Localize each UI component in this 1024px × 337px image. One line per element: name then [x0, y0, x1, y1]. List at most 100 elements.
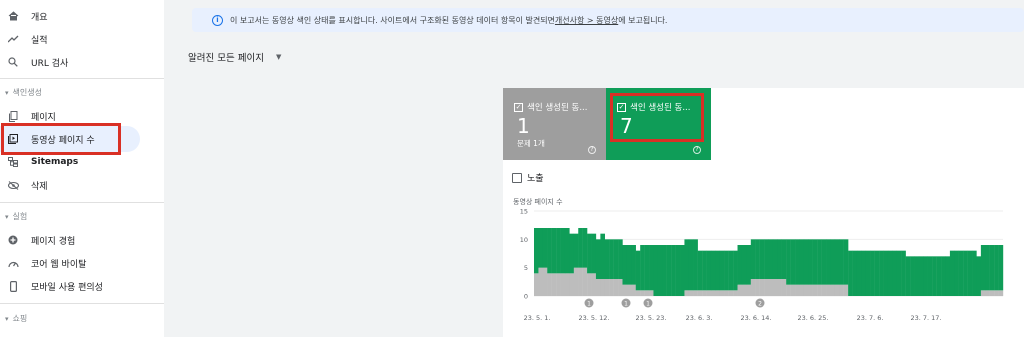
card-subtitle: 문제 1개	[517, 139, 545, 148]
sidebar-item-label: 삭제	[31, 181, 48, 192]
bar-not-indexed	[985, 290, 990, 296]
bar-not-indexed	[741, 284, 747, 296]
bar-indexed	[564, 228, 570, 274]
bar-not-indexed	[755, 279, 760, 296]
bar-not-indexed	[772, 279, 778, 296]
info-icon: i	[212, 14, 223, 26]
bar-indexed	[861, 250, 867, 296]
bar-indexed	[914, 256, 920, 296]
bar-indexed	[582, 228, 588, 268]
bar-not-indexed	[609, 279, 614, 296]
card-not-indexed[interactable]: ✓ 색인 생성된 동... 1 문제 1개 ?	[503, 88, 606, 160]
bar-indexed	[781, 239, 787, 279]
highlight-box	[610, 93, 704, 142]
bar-indexed	[852, 250, 858, 296]
sidebar-item-url-inspection[interactable]: URL 검사	[0, 49, 140, 75]
bar-indexed	[702, 250, 707, 291]
bar-indexed	[808, 239, 813, 285]
page-icon	[7, 110, 19, 122]
bar-indexed	[600, 233, 605, 279]
bar-indexed	[865, 250, 871, 296]
bar-not-indexed	[834, 284, 840, 296]
banner-text: 이 보고서는 동영상 색인 상태를 표시합니다. 사이트에서 구조화된 동영상 …	[230, 15, 555, 25]
video-pages-chart: 15 10 5 0 1 1 1 2 23. 5. 1. 23. 5. 12. 23. 5. 23. 2…	[520, 208, 1004, 322]
bar-not-indexed	[631, 284, 636, 296]
bar-not-indexed	[821, 284, 827, 296]
sidebar-section-indexing[interactable]: ▾ 색인생성	[5, 87, 42, 98]
x-tick-label: 23. 7. 6.	[857, 314, 884, 322]
sidebar-item-label: 페이지 경험	[31, 236, 76, 247]
bar-not-indexed	[684, 290, 690, 296]
bar-not-indexed	[688, 290, 694, 296]
bar-indexed	[896, 250, 902, 296]
bar-indexed	[830, 239, 836, 285]
bar-indexed	[622, 245, 628, 285]
sidebar-section-experience[interactable]: ▾ 실험	[5, 211, 27, 222]
bar-not-indexed	[728, 290, 734, 296]
y-tick-label: 5	[524, 264, 528, 272]
bar-indexed	[609, 239, 614, 279]
help-icon[interactable]: ?	[693, 146, 701, 154]
bar-not-indexed	[560, 273, 566, 296]
bar-indexed	[980, 245, 986, 291]
bar-not-indexed	[626, 284, 632, 296]
sidebar-item-label: Sitemaps	[31, 157, 79, 167]
x-tick-label: 23. 5. 1.	[524, 314, 551, 322]
bar-not-indexed	[622, 284, 628, 296]
bar-indexed	[786, 239, 791, 285]
bar-indexed	[728, 250, 734, 291]
sidebar-section-shopping[interactable]: ▾ 쇼핑	[5, 313, 27, 324]
bar-indexed	[547, 228, 552, 274]
bar-indexed	[684, 239, 690, 291]
bar-not-indexed	[640, 290, 645, 296]
checkbox-icon	[512, 172, 522, 183]
bar-indexed	[618, 239, 623, 279]
sidebar-item-label: 개요	[31, 12, 48, 23]
bar-not-indexed	[989, 290, 995, 296]
bar-indexed	[715, 250, 721, 291]
bar-not-indexed	[697, 290, 703, 296]
bar-indexed	[936, 256, 942, 296]
bar-indexed	[587, 233, 592, 274]
bar-not-indexed	[591, 273, 597, 296]
bar-indexed	[724, 250, 729, 291]
bar-not-indexed	[644, 290, 650, 296]
bar-indexed	[821, 239, 827, 285]
trend-icon	[7, 33, 19, 45]
bar-indexed	[719, 250, 725, 291]
bar-not-indexed	[706, 290, 712, 296]
sitemap-icon	[7, 156, 19, 168]
bar-not-indexed	[719, 290, 725, 296]
bar-indexed	[595, 239, 601, 279]
bar-indexed	[657, 245, 663, 296]
caret-down-icon: ▼	[275, 53, 282, 61]
bar-indexed	[591, 233, 597, 274]
bar-not-indexed	[998, 290, 1004, 296]
annotation-label: 2	[758, 301, 762, 308]
x-tick-label: 23. 6. 3.	[686, 314, 713, 322]
page-filter-dropdown[interactable]: 알려진 모든 페이지 ▼	[188, 50, 281, 64]
bar-not-indexed	[799, 284, 805, 296]
remove-eye-icon	[7, 179, 19, 191]
banner-link[interactable]: 개선사항 > 동영상	[555, 15, 618, 26]
bar-indexed	[949, 250, 955, 296]
bar-not-indexed	[826, 284, 831, 296]
bar-indexed	[671, 245, 676, 296]
bar-indexed	[958, 250, 964, 296]
home-icon	[7, 10, 19, 22]
bar-not-indexed	[587, 273, 592, 296]
x-tick-label: 23. 6. 25.	[797, 314, 828, 322]
bar-indexed	[578, 228, 583, 268]
bar-indexed	[644, 245, 650, 291]
help-icon[interactable]: ?	[588, 146, 596, 154]
checkbox-checked-icon[interactable]: ✓	[514, 102, 523, 112]
x-tick-label: 23. 7. 17.	[910, 314, 941, 322]
sidebar-item-removals[interactable]: 삭제	[0, 172, 140, 198]
bar-indexed	[534, 228, 539, 274]
bar-indexed	[870, 250, 875, 296]
bar-not-indexed	[803, 284, 809, 296]
sidebar-item-mobile-usability[interactable]: 모바일 사용 편의성	[0, 273, 140, 299]
bar-indexed	[799, 239, 805, 285]
impressions-toggle[interactable]: 노출	[512, 171, 544, 184]
bar-indexed	[790, 239, 796, 285]
